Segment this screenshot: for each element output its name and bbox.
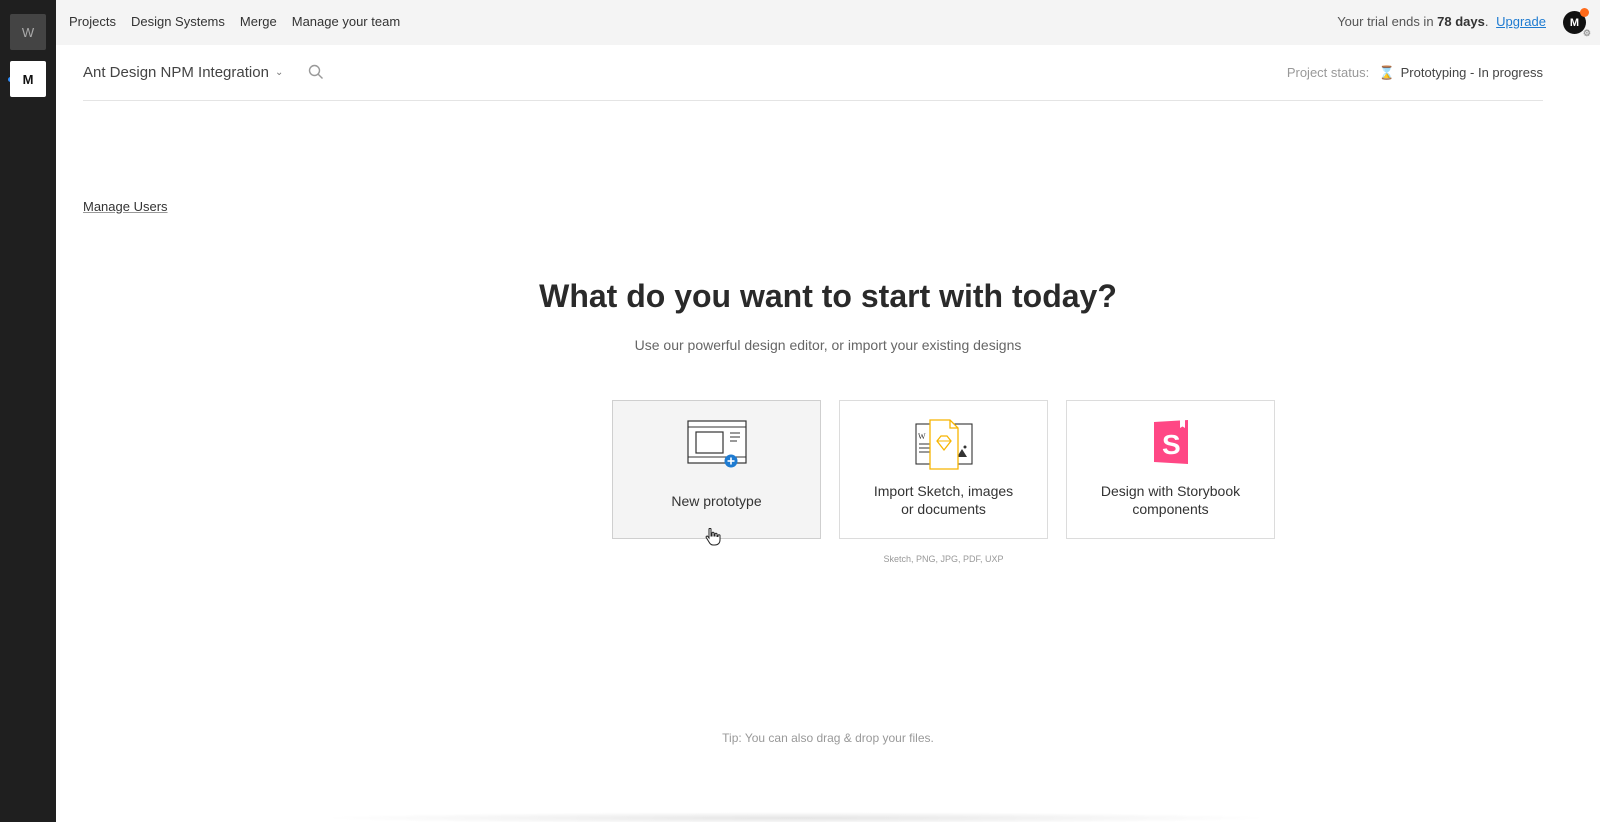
import-card[interactable]: W Import Sketch, images or documents: [839, 400, 1048, 539]
status-value[interactable]: Prototyping - In progress: [1401, 65, 1543, 80]
trial-prefix: Your trial ends in: [1337, 14, 1434, 29]
chevron-down-icon: ⌄: [274, 67, 284, 78]
hourglass-icon: ⌛: [1378, 65, 1396, 80]
main-content: Projects Design Systems Merge Manage you…: [56, 0, 1600, 822]
project-selector[interactable]: Ant Design NPM Integration ⌄: [83, 64, 283, 81]
project-name: Ant Design NPM Integration: [83, 64, 269, 81]
user-avatar[interactable]: M ⚙: [1563, 8, 1591, 38]
storybook-label: Design with Storybook components: [1067, 482, 1274, 518]
bottom-shadow: [316, 812, 1276, 822]
avatar-letter: M: [1569, 16, 1580, 29]
notification-dot: [1580, 8, 1589, 17]
trial-days: 78 days: [1437, 14, 1485, 29]
storybook-label-line2: components: [1132, 501, 1209, 517]
manage-users-link[interactable]: Manage Users: [83, 199, 168, 214]
search-icon[interactable]: [308, 64, 324, 80]
trial-notice: Your trial ends in 78 days. Upgrade: [1337, 14, 1546, 29]
gear-icon: ⚙: [1582, 28, 1591, 38]
top-nav: Projects Design Systems Merge Manage you…: [69, 14, 400, 29]
nav-design-systems[interactable]: Design Systems: [131, 14, 225, 29]
project-bar: Ant Design NPM Integration ⌄ Project stat…: [83, 45, 1543, 101]
page-subtitle: Use our powerful design editor, or impor…: [634, 337, 1022, 353]
nav-merge[interactable]: Merge: [240, 14, 277, 29]
new-prototype-label: New prototype: [671, 493, 762, 509]
status-label: Project status:: [1286, 65, 1370, 80]
workspace-m[interactable]: M: [10, 61, 46, 97]
import-label-line2: or documents: [901, 501, 986, 517]
storybook-label-line1: Design with Storybook: [1100, 483, 1241, 499]
svg-text:W: W: [918, 432, 926, 441]
hand-cursor-icon: [705, 528, 721, 546]
nav-manage-team[interactable]: Manage your team: [292, 14, 400, 29]
project-status: Project status: ⌛ Prototyping - In progr…: [1287, 65, 1543, 81]
storybook-card[interactable]: S Design with Storybook components: [1066, 400, 1275, 539]
nav-projects[interactable]: Projects: [69, 14, 116, 29]
page-title: What do you want to start with today?: [539, 278, 1117, 314]
top-bar: Projects Design Systems Merge Manage you…: [56, 0, 1600, 45]
upgrade-link[interactable]: Upgrade: [1496, 14, 1546, 29]
storybook-icon: S: [1154, 420, 1188, 464]
import-label-line1: Import Sketch, images: [873, 483, 1014, 499]
import-files-icon: W: [915, 419, 973, 470]
workspace-w[interactable]: W: [10, 14, 46, 50]
svg-text:S: S: [1162, 429, 1181, 460]
drag-drop-tip: Tip: You can also drag & drop your files…: [722, 731, 934, 745]
new-prototype-icon: [687, 420, 747, 468]
new-prototype-card[interactable]: New prototype: [612, 400, 821, 539]
trial-suffix: .: [1484, 14, 1489, 29]
workspace-rail: W M: [0, 0, 56, 822]
import-formats: Sketch, PNG, JPG, PDF, UXP: [883, 554, 1004, 564]
import-label: Import Sketch, images or documents: [840, 482, 1047, 518]
